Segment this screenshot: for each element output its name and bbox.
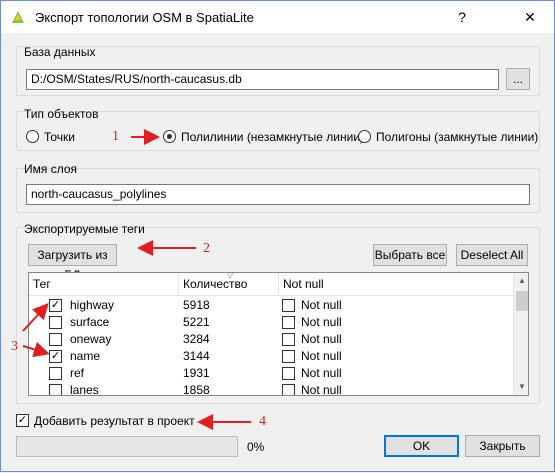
- tag-count: 1858: [183, 383, 210, 396]
- tag-count: 5221: [183, 315, 210, 329]
- tag-checkbox[interactable]: [49, 333, 62, 346]
- export-dialog: Экспорт топологии OSM в SpatiaLite ? ✕ Б…: [0, 0, 555, 472]
- qgis-logo-icon: [12, 11, 24, 23]
- close-window-button[interactable]: ✕: [507, 1, 553, 33]
- layer-name-group-title: Имя слоя: [24, 162, 78, 176]
- layer-name-field[interactable]: north-caucasus_polylines: [26, 184, 530, 205]
- not-null-label: Not null: [301, 383, 342, 396]
- column-header-count-label: Количество: [183, 277, 248, 291]
- tag-count: 1931: [183, 366, 210, 380]
- tag-name: oneway: [70, 332, 112, 346]
- help-button[interactable]: ?: [439, 1, 485, 33]
- tag-name: name: [70, 349, 101, 363]
- not-null-checkbox[interactable]: [282, 384, 295, 395]
- tag-name: ref: [70, 366, 85, 380]
- column-header-count[interactable]: Количество ▽: [179, 273, 279, 295]
- select-all-button[interactable]: Выбрать все: [373, 244, 447, 266]
- browse-database-button[interactable]: ...: [506, 68, 530, 90]
- tag-count: 3284: [183, 332, 210, 346]
- annotation-number-1: 1: [112, 129, 119, 144]
- tag-checkbox[interactable]: ✓: [49, 350, 62, 363]
- not-null-checkbox[interactable]: [282, 367, 295, 380]
- header-divider: [29, 295, 513, 296]
- radio-points[interactable]: [26, 130, 39, 143]
- tags-table: Тег Количество ▽ Not null ✓ highway 5918…: [28, 272, 529, 396]
- annotation-number-3: 3: [11, 339, 18, 354]
- exported-tags-group-title: Экспортируемые теги: [24, 222, 145, 236]
- table-row[interactable]: ref 1931 Not null: [29, 365, 513, 382]
- tag-checkbox[interactable]: [49, 367, 62, 380]
- radio-polygons[interactable]: [358, 130, 371, 143]
- table-scrollbar[interactable]: ▲ ▼: [513, 273, 528, 395]
- column-header-not-null[interactable]: Not null: [279, 273, 513, 295]
- progress-label: 0%: [247, 440, 265, 454]
- add-to-project-checkbox[interactable]: ✓: [16, 414, 29, 427]
- ok-button[interactable]: OK: [384, 435, 459, 457]
- not-null-label: Not null: [301, 349, 342, 363]
- not-null-checkbox[interactable]: [282, 299, 295, 312]
- tag-checkbox[interactable]: [49, 316, 62, 329]
- scroll-thumb[interactable]: [516, 291, 528, 311]
- table-row[interactable]: lanes 1858 Not null: [29, 382, 513, 396]
- object-type-group-title: Тип объектов: [24, 107, 99, 121]
- table-row[interactable]: ✓ name 3144 Not null: [29, 348, 513, 365]
- annotation-number-2: 2: [203, 241, 210, 256]
- tag-name: surface: [70, 315, 110, 329]
- tag-count: 3144: [183, 349, 210, 363]
- database-group-title: База данных: [24, 45, 96, 59]
- not-null-label: Not null: [301, 332, 342, 346]
- not-null-checkbox[interactable]: [282, 316, 295, 329]
- table-row[interactable]: oneway 3284 Not null: [29, 331, 513, 348]
- deselect-all-button[interactable]: Deselect All: [456, 244, 528, 266]
- table-row[interactable]: ✓ highway 5918 Not null: [29, 297, 513, 314]
- tag-name: lanes: [70, 383, 99, 396]
- radio-selected-dot: [167, 134, 172, 139]
- load-from-db-button[interactable]: Загрузить из БД: [28, 244, 117, 282]
- scroll-up-icon[interactable]: ▲: [514, 273, 528, 289]
- not-null-checkbox[interactable]: [282, 333, 295, 346]
- sort-indicator-icon: ▽: [227, 272, 234, 280]
- progress-bar: [16, 436, 238, 457]
- table-row[interactable]: surface 5221 Not null: [29, 314, 513, 331]
- column-header-tag[interactable]: Тег: [29, 273, 179, 295]
- close-button[interactable]: Закрыть: [465, 435, 540, 457]
- window-title: Экспорт топологии OSM в SpatiaLite: [35, 10, 254, 25]
- add-to-project-label[interactable]: Добавить результат в проект: [34, 414, 195, 428]
- tag-checkbox[interactable]: ✓: [49, 299, 62, 312]
- radio-polylines[interactable]: [163, 130, 176, 143]
- annotation-number-4: 4: [259, 414, 266, 429]
- tag-name: highway: [70, 298, 115, 312]
- not-null-label: Not null: [301, 366, 342, 380]
- not-null-label: Not null: [301, 315, 342, 329]
- database-path-field[interactable]: D:/OSM/States/RUS/north-caucasus.db: [26, 69, 499, 90]
- radio-polygons-label[interactable]: Полигоны (замкнутые линии): [376, 130, 538, 144]
- tag-checkbox[interactable]: [49, 384, 62, 395]
- not-null-checkbox[interactable]: [282, 350, 295, 363]
- radio-points-label[interactable]: Точки: [44, 130, 75, 144]
- not-null-label: Not null: [301, 298, 342, 312]
- radio-polylines-label[interactable]: Полилинии (незамкнутые линии): [181, 130, 364, 144]
- title-bar: Экспорт топологии OSM в SpatiaLite ? ✕: [1, 1, 554, 33]
- tag-count: 5918: [183, 298, 210, 312]
- scroll-down-icon[interactable]: ▼: [514, 379, 528, 395]
